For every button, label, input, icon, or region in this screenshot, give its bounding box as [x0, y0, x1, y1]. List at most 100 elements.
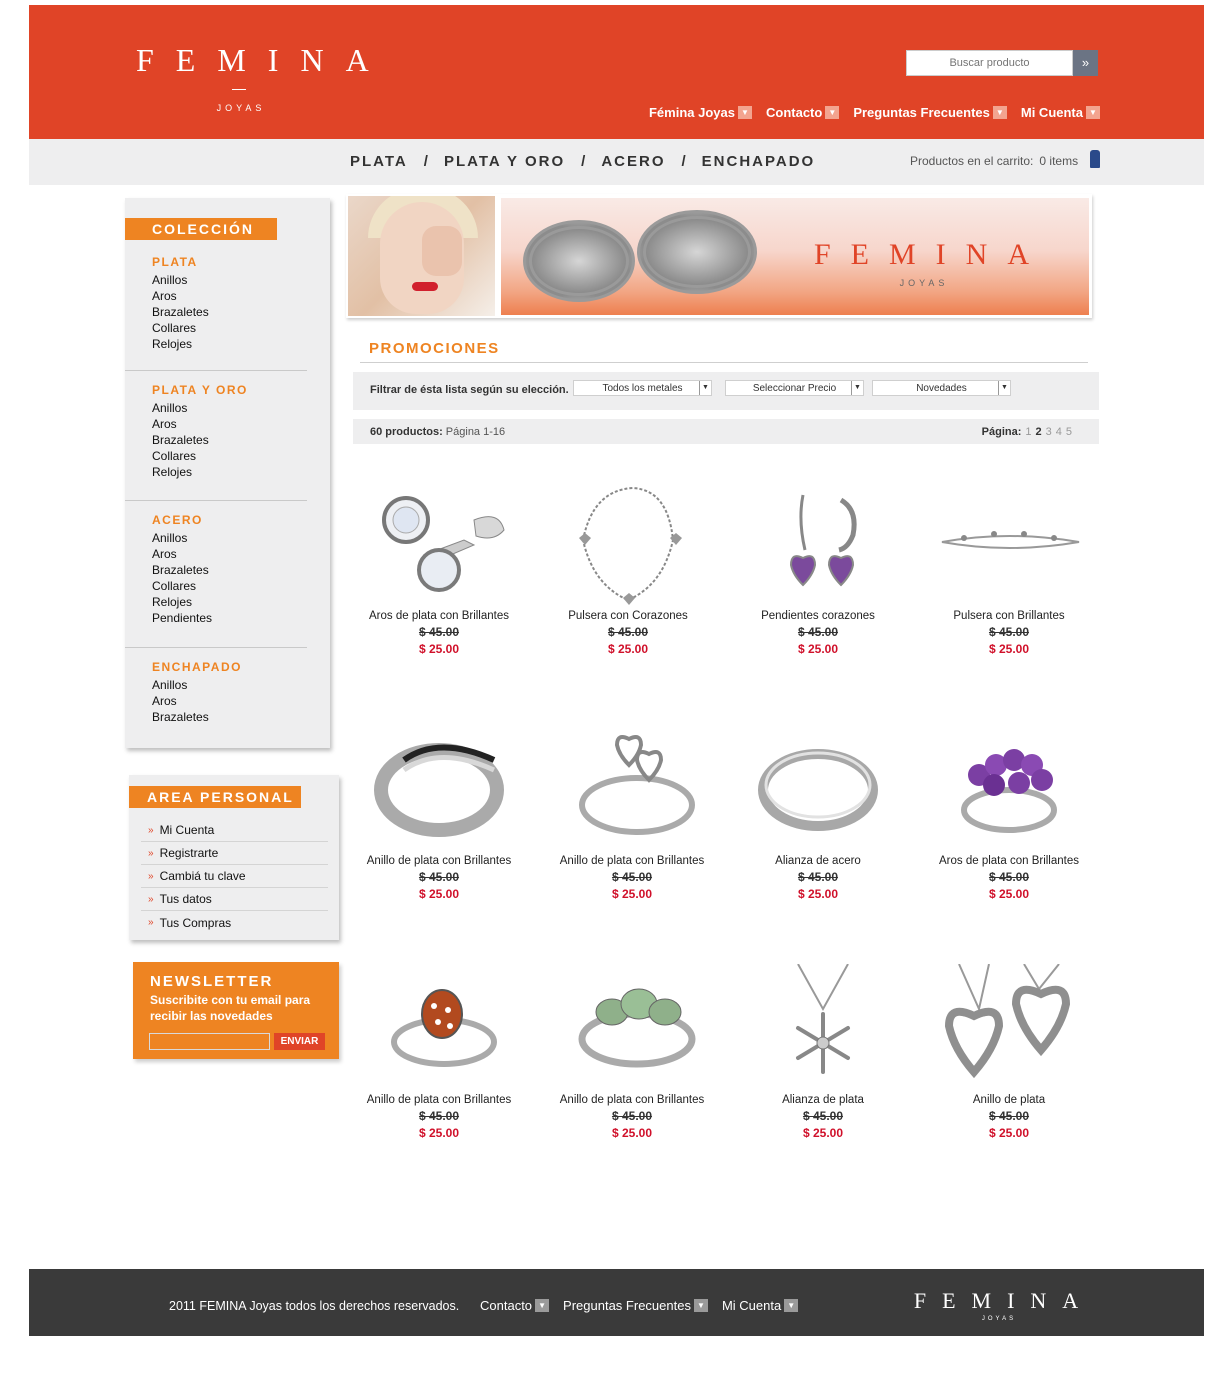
sidebar-link[interactable]: Pendientes [152, 610, 212, 626]
chevron-down-icon[interactable]: ▼ [998, 381, 1010, 395]
product-name[interactable]: Alianza de acero [728, 855, 908, 867]
cart-summary[interactable]: Productos en el carrito: 0 items [910, 150, 1101, 168]
striped-ring-icon[interactable] [364, 725, 514, 855]
promo-banner[interactable]: FEMINA JOYAS [346, 194, 1092, 318]
product-card[interactable]: Pulsera con Brillantes $ 45.00 $ 25.00 [919, 480, 1099, 656]
sidebar-link[interactable]: Aros [152, 416, 248, 432]
nav-mi-cuenta[interactable]: Mi Cuenta ▼ [1021, 105, 1100, 120]
green-stone-ring-icon[interactable] [557, 964, 707, 1094]
sidebar-link[interactable]: Collares [152, 578, 212, 594]
product-card[interactable]: Alianza de acero $ 45.00 $ 25.00 [728, 725, 908, 901]
sidebar-link[interactable]: Collares [152, 448, 248, 464]
product-card[interactable]: Pendientes corazones $ 45.00 $ 25.00 [728, 480, 908, 656]
sidebar-link[interactable]: Anillos [152, 272, 209, 288]
ladybug-ring-icon[interactable] [364, 964, 514, 1094]
bracelet-icon[interactable] [553, 480, 703, 610]
product-name[interactable]: Aros de plata con Brillantes [919, 855, 1099, 867]
group-title[interactable]: ENCHAPADO [152, 660, 242, 674]
sidebar-link[interactable]: Brazaletes [152, 432, 248, 448]
sidebar-link[interactable]: Aros [152, 546, 212, 562]
dropdown-arrow-icon[interactable]: ▼ [737, 106, 752, 119]
product-card[interactable]: Anillo de plata con Brillantes $ 45.00 $… [349, 964, 529, 1140]
dropdown-arrow-icon[interactable]: ▼ [825, 106, 840, 119]
sidebar-link[interactable]: Relojes [152, 336, 209, 352]
dropdown-arrow-icon[interactable]: ▼ [992, 106, 1007, 119]
page-link-2[interactable]: 2 [1036, 426, 1042, 438]
product-card[interactable]: Aros de plata con Brillantes $ 45.00 $ 2… [349, 480, 529, 656]
search-input[interactable] [906, 50, 1073, 76]
category-plata[interactable]: PLATA [350, 153, 408, 170]
sidebar-link[interactable]: Anillos [152, 530, 212, 546]
sidebar-link[interactable]: Anillos [152, 677, 242, 693]
sidebar-link[interactable]: Anillos [152, 400, 248, 416]
page-link-5[interactable]: 5 [1066, 426, 1072, 438]
personal-link-mi-cuenta[interactable]: » Mi Cuenta [141, 819, 328, 842]
dropdown-arrow-icon[interactable]: ▼ [1086, 106, 1100, 119]
sidebar-link[interactable]: Brazaletes [152, 709, 242, 725]
page-link-3[interactable]: 3 [1046, 426, 1052, 438]
product-card[interactable]: Alianza de plata $ 45.00 $ 25.00 [733, 963, 913, 1140]
snowflake-pendant-icon[interactable] [748, 963, 898, 1094]
band-ring-icon[interactable] [743, 725, 893, 855]
product-name[interactable]: Anillo de plata con Brillantes [349, 855, 529, 867]
personal-link-tus-datos[interactable]: » Tus datos [141, 888, 328, 911]
group-title[interactable]: PLATA [152, 255, 209, 269]
metal-filter-select[interactable]: Todos los metales ▼ [573, 380, 712, 396]
product-card[interactable]: Anillo de plata con Brillantes $ 45.00 $… [349, 725, 529, 901]
personal-link-tus-compras[interactable]: » Tus Compras [141, 911, 328, 934]
heart-earrings-icon[interactable] [743, 480, 893, 610]
product-card[interactable]: Anillo de plata con Brillantes $ 45.00 $… [542, 964, 722, 1140]
chevron-down-icon[interactable]: ▼ [851, 381, 863, 395]
product-card[interactable]: Anillo de plata con Brillantes $ 45.00 $… [542, 725, 722, 901]
newsletter-email-input[interactable] [149, 1033, 270, 1050]
product-name[interactable]: Anillo de plata con Brillantes [349, 1094, 529, 1106]
sidebar-link[interactable]: Collares [152, 320, 209, 336]
chain-bracelet-icon[interactable] [934, 480, 1084, 610]
femina-logo[interactable]: FEMINA JOYAS [124, 43, 369, 113]
product-name[interactable]: Alianza de plata [733, 1094, 913, 1106]
footer-link-mi-cuenta[interactable]: Mi Cuenta ▼ [722, 1298, 799, 1313]
shopping-bag-icon[interactable] [1090, 150, 1101, 168]
product-card[interactable]: Pulsera con Corazones $ 45.00 $ 25.00 [538, 480, 718, 656]
chevron-down-icon[interactable]: ▼ [699, 381, 711, 395]
sidebar-link[interactable]: Brazaletes [152, 562, 212, 578]
category-enchapado[interactable]: ENCHAPADO [702, 153, 816, 170]
product-card[interactable]: Anillo de plata $ 45.00 $ 25.00 [919, 963, 1099, 1140]
nav-contacto[interactable]: Contacto ▼ [766, 105, 840, 120]
dropdown-arrow-icon[interactable]: ▼ [693, 1299, 708, 1312]
category-acero[interactable]: ACERO [601, 153, 665, 170]
personal-link-cambia-clave[interactable]: » Cambiá tu clave [141, 865, 328, 888]
nav-preguntas-frecuentes[interactable]: Preguntas Frecuentes ▼ [853, 105, 1007, 120]
sidebar-link[interactable]: Aros [152, 288, 209, 304]
newsletter-submit-button[interactable]: ENVIAR [274, 1033, 325, 1050]
nav-femina-joyas[interactable]: Fémina Joyas ▼ [649, 105, 752, 120]
footer-logo[interactable]: FEMINA JOYAS [899, 1290, 1099, 1323]
product-name[interactable]: Anillo de plata con Brillantes [542, 1094, 722, 1106]
sidebar-link[interactable]: Relojes [152, 594, 212, 610]
footer-link-preguntas[interactable]: Preguntas Frecuentes ▼ [563, 1298, 708, 1313]
product-card[interactable]: Aros de plata con Brillantes $ 45.00 $ 2… [919, 725, 1099, 901]
group-title[interactable]: ACERO [152, 513, 212, 527]
amethyst-ring-icon[interactable] [934, 725, 1084, 855]
sidebar-link[interactable]: Aros [152, 693, 242, 709]
product-name[interactable]: Pulsera con Brillantes [919, 610, 1099, 622]
personal-link-registrarte[interactable]: » Registrarte [141, 842, 328, 865]
product-name[interactable]: Anillo de plata [919, 1094, 1099, 1106]
sort-filter-select[interactable]: Novedades ▼ [872, 380, 1011, 396]
heart-ring-icon[interactable] [557, 725, 707, 855]
dropdown-arrow-icon[interactable]: ▼ [535, 1299, 550, 1312]
product-name[interactable]: Pulsera con Corazones [538, 610, 718, 622]
footer-link-contacto[interactable]: Contacto ▼ [480, 1298, 550, 1313]
category-plata-y-oro[interactable]: PLATA Y ORO [444, 153, 565, 170]
sidebar-link[interactable]: Relojes [152, 464, 248, 480]
price-filter-select[interactable]: Seleccionar Precio ▼ [725, 380, 864, 396]
search-button[interactable]: » [1073, 50, 1098, 76]
group-title[interactable]: PLATA Y ORO [152, 383, 248, 397]
stud-earring-icon[interactable] [364, 480, 514, 610]
sidebar-link[interactable]: Brazaletes [152, 304, 209, 320]
product-name[interactable]: Pendientes corazones [728, 610, 908, 622]
product-name[interactable]: Anillo de plata con Brillantes [542, 855, 722, 867]
page-link-1[interactable]: 1 [1025, 426, 1031, 438]
dropdown-arrow-icon[interactable]: ▼ [784, 1299, 799, 1312]
page-link-4[interactable]: 4 [1056, 426, 1062, 438]
